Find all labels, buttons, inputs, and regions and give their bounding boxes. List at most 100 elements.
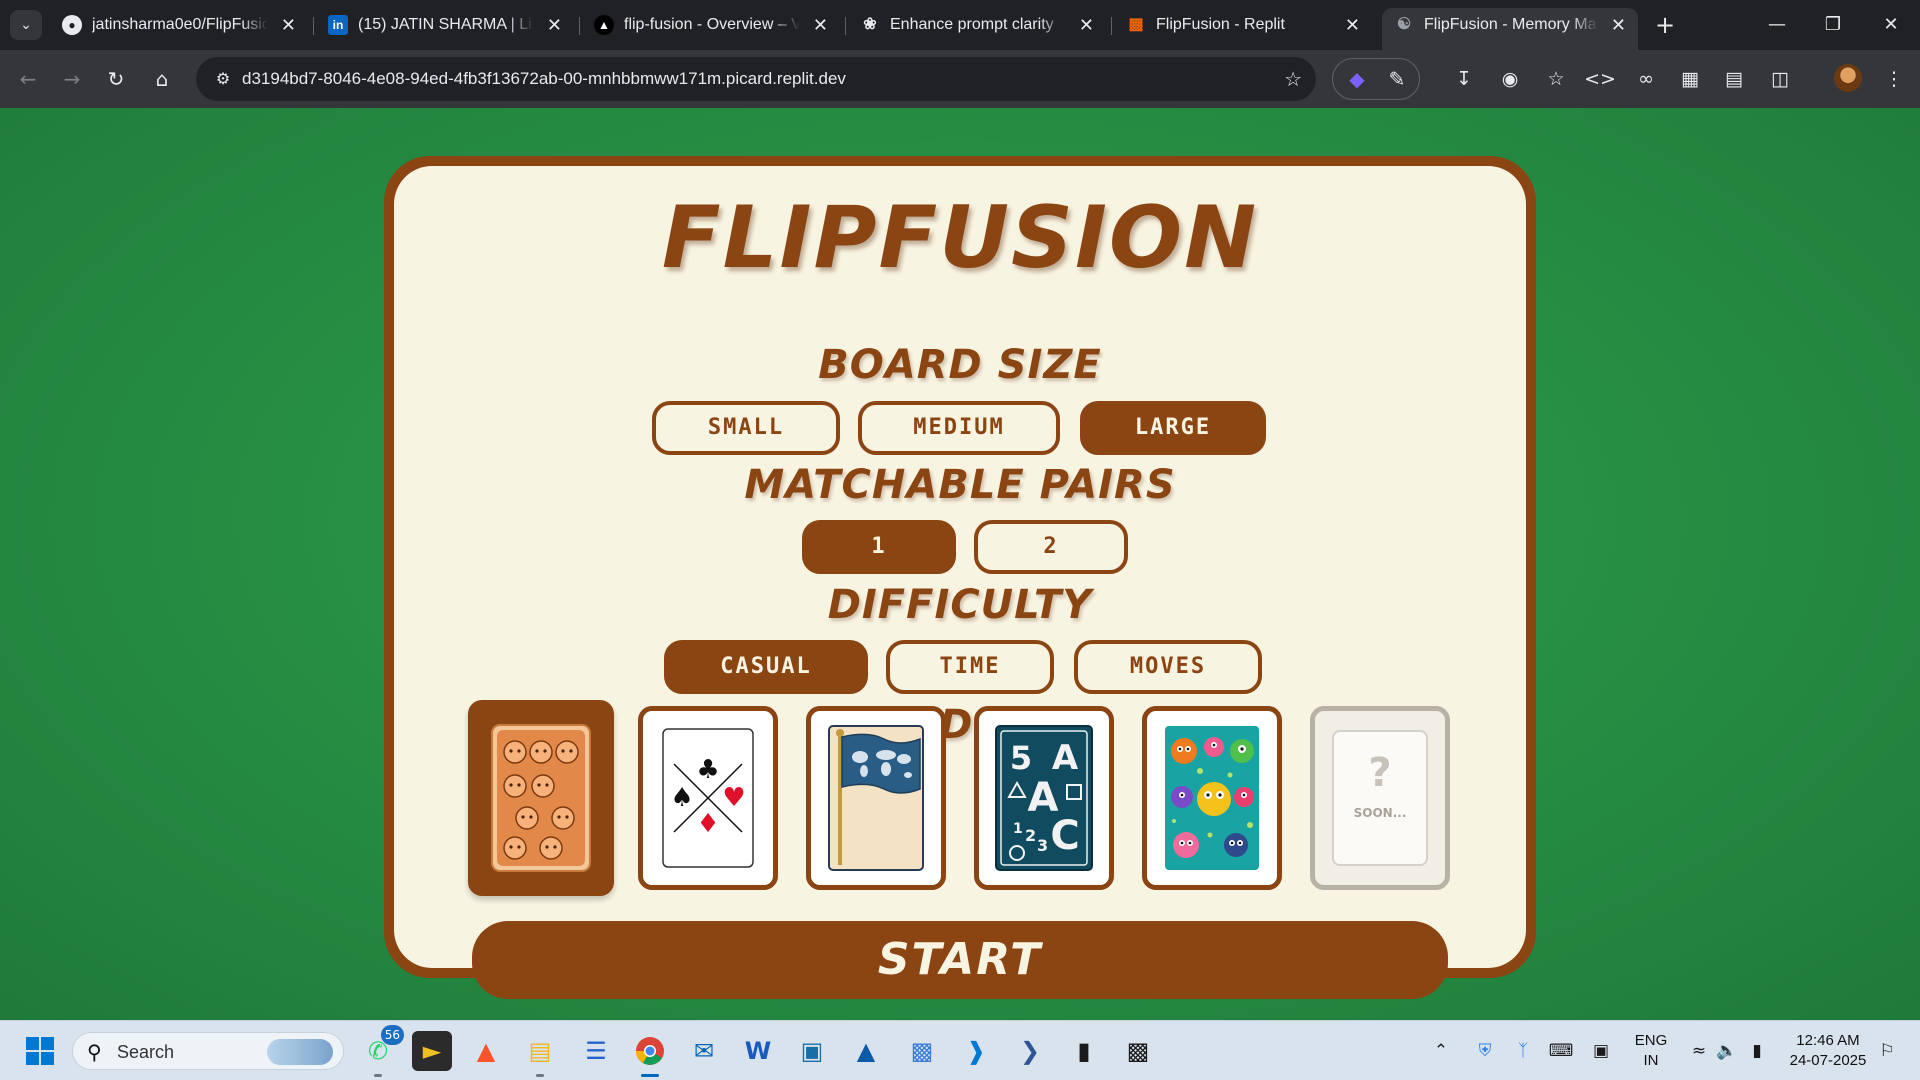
taskbar-app-screen[interactable]: ▣ [792, 1031, 832, 1071]
tab-separator [313, 17, 314, 35]
svg-text:♦: ♦ [696, 809, 719, 839]
profile-avatar[interactable] [1834, 64, 1862, 92]
svg-text:♠: ♠ [670, 783, 693, 813]
game-setup-panel: FLIPFUSION BOARD SIZE SMALL MEDIUM LARGE… [384, 156, 1536, 978]
extension-drop-icon[interactable]: ◆ [1337, 59, 1377, 99]
home-button[interactable]: ⌂ [146, 63, 178, 95]
taskbar-outlook[interactable]: ✉ [684, 1031, 724, 1071]
tab-search-dropdown-button[interactable]: ⌄ [10, 10, 42, 40]
defender-icon[interactable]: ⛨ [1470, 1021, 1500, 1080]
globe-icon: ☯ [1396, 16, 1412, 33]
new-tab-button[interactable]: + [1650, 10, 1680, 40]
pairs-2-button[interactable]: 2 [974, 520, 1128, 574]
link-icon[interactable]: ∞ [1630, 63, 1662, 95]
close-tab-icon[interactable]: ✕ [1345, 8, 1360, 42]
side-panel-icon[interactable]: ◫ [1764, 63, 1796, 95]
chrome-icon [636, 1037, 664, 1065]
animals-card-icon [491, 724, 591, 872]
tab-separator [1111, 17, 1112, 35]
taskbar-app-generic[interactable]: ► [412, 1031, 452, 1071]
close-tab-icon[interactable]: ✕ [1079, 8, 1094, 42]
url-text[interactable]: d3194bd7-8046-4e08-94ed-4fb3f13672ab-00-… [242, 57, 846, 101]
difficulty-casual-button[interactable]: CASUAL [664, 640, 868, 694]
notifications-bell-icon[interactable]: ⚐ [1872, 1021, 1902, 1080]
tablet-mode-icon[interactable]: ▣ [1586, 1021, 1616, 1080]
taskbar-app-control[interactable]: ▩ [902, 1031, 942, 1071]
downloads-icon[interactable]: ↧ [1448, 63, 1480, 95]
taskbar-notepad[interactable]: ☰ [576, 1031, 616, 1071]
svg-text:♥: ♥ [722, 783, 745, 813]
taskbar-chrome[interactable] [630, 1031, 670, 1077]
difficulty-time-button[interactable]: TIME [886, 640, 1054, 694]
close-tab-icon[interactable]: ✕ [813, 8, 828, 42]
taskbar-file-explorer[interactable]: ▤ [520, 1031, 560, 1077]
close-window-button[interactable]: ✕ [1868, 8, 1914, 42]
card-set-animals[interactable] [468, 700, 614, 896]
wifi-icon[interactable]: ≈ [1684, 1021, 1714, 1080]
reading-mode-icon[interactable]: ▤ [1718, 63, 1750, 95]
pairs-1-button[interactable]: 1 [802, 520, 956, 574]
close-tab-icon[interactable]: ✕ [281, 8, 296, 42]
running-indicator [641, 1074, 659, 1077]
board-size-large-button[interactable]: LARGE [1080, 401, 1266, 455]
taskbar-msdos[interactable]: ▩ [1118, 1031, 1158, 1071]
taskbar-brave[interactable]: ▲ [466, 1031, 506, 1071]
difficulty-moves-button[interactable]: MOVES [1074, 640, 1262, 694]
site-info-icon[interactable]: ⚙ [208, 64, 238, 94]
card-set-monsters[interactable] [1142, 706, 1282, 890]
folder-icon: ▤ [528, 1037, 552, 1065]
menu-kebab-icon[interactable]: ⋮ [1878, 63, 1910, 95]
bookmark-star-icon[interactable]: ☆ [1284, 57, 1302, 101]
tab-title: jatinsharma0e0/FlipFusion [92, 16, 268, 33]
board-size-small-button[interactable]: SMALL [652, 401, 840, 455]
question-mark-icon: ? [1368, 750, 1392, 796]
taskbar-terminal[interactable]: ▮ [1064, 1031, 1104, 1071]
start-button[interactable]: START [472, 921, 1448, 999]
keyboard-icon[interactable]: ⌨ [1546, 1021, 1576, 1080]
browser-tab-flipfusion[interactable]: ☯ FlipFusion - Memory Match ✕ [1382, 8, 1638, 50]
windows-logo-icon [26, 1037, 54, 1065]
card-set-letters-numbers[interactable]: 5 A A 1 2 3 C [974, 706, 1114, 890]
language-indicator[interactable]: ENG IN [1626, 1031, 1676, 1071]
taskbar-whatsapp[interactable]: ✆ 56 [358, 1025, 404, 1077]
minimize-window-button[interactable]: — [1754, 8, 1800, 42]
browser-tab-vercel[interactable]: ▲ flip-fusion - Overview – Vercel ✕ [582, 8, 840, 42]
browser-tab-replit[interactable]: ▩ FlipFusion - Replit ✕ [1114, 8, 1372, 42]
reload-button[interactable]: ↻ [100, 63, 132, 95]
tab-title: Enhance prompt clarity [890, 16, 1054, 33]
card-set-flags[interactable] [806, 706, 946, 890]
cmd-icon: ▩ [1126, 1037, 1150, 1065]
taskbar-app-monitor[interactable]: ▲ [846, 1031, 886, 1071]
taskbar-word[interactable]: W [738, 1031, 778, 1071]
bluetooth-icon[interactable]: ᛉ [1508, 1021, 1538, 1080]
taskbar-vscode[interactable]: ❱ [956, 1031, 996, 1071]
show-hidden-icons-button[interactable]: ⌃ [1426, 1021, 1456, 1080]
clock[interactable]: 12:46 AM 24-07-2025 [1778, 1031, 1878, 1071]
browser-tab-linkedin[interactable]: in (15) JATIN SHARMA | LinkedIn ✕ [316, 8, 574, 42]
address-bar[interactable]: ⚙ d3194bd7-8046-4e08-94ed-4fb3f13672ab-0… [196, 57, 1316, 101]
windows-start-button[interactable] [20, 1031, 60, 1071]
browser-tab-chatgpt[interactable]: ❀ Enhance prompt clarity ✕ [848, 8, 1106, 42]
close-tab-icon[interactable]: ✕ [547, 8, 562, 42]
letters-numbers-card-icon: 5 A A 1 2 3 C [995, 725, 1093, 871]
difficulty-heading: DIFFICULTY [827, 582, 1093, 628]
browser-tab-github[interactable]: ● jatinsharma0e0/FlipFusion ✕ [50, 8, 308, 42]
card-set-playing-cards[interactable]: ♣ ♠ ♥ ♦ [638, 706, 778, 890]
battery-icon[interactable]: ▮ [1742, 1021, 1772, 1080]
incognito-icon[interactable]: ◉ [1494, 63, 1526, 95]
code-icon[interactable]: <> [1584, 63, 1616, 95]
back-button[interactable]: ← [12, 63, 44, 95]
search-highlight-image [267, 1039, 333, 1065]
board-size-medium-button[interactable]: MEDIUM [858, 401, 1060, 455]
favorites-icon[interactable]: ☆ [1540, 63, 1572, 95]
restore-window-button[interactable]: ❐ [1810, 8, 1856, 42]
volume-icon[interactable]: 🔈 [1712, 1021, 1742, 1080]
taskbar-search-box[interactable]: ⚲ Search [72, 1032, 344, 1070]
word-icon: W [744, 1037, 772, 1065]
github-icon: ● [62, 15, 82, 35]
qr-code-icon[interactable]: ▦ [1674, 63, 1706, 95]
close-tab-icon[interactable]: ✕ [1611, 8, 1626, 42]
forward-button[interactable]: → [56, 63, 88, 95]
extensions-puzzle-icon[interactable]: ✎ [1377, 59, 1417, 99]
taskbar-powershell[interactable]: ❯ [1010, 1031, 1050, 1071]
